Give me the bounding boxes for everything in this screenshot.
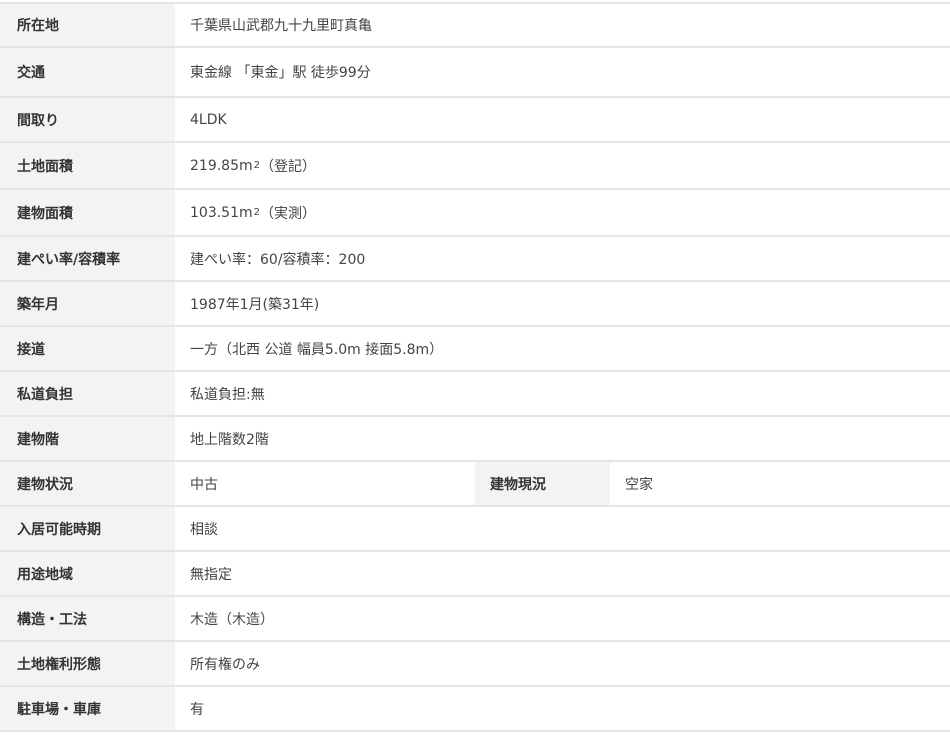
row-value: 有: [175, 687, 950, 730]
row-label: 建物階: [0, 417, 175, 460]
table-row: 土地権利形態 所有権のみ: [0, 642, 950, 687]
row-value: 千葉県山武郡九十九里町真亀: [175, 4, 950, 46]
table-row: 土地面積 219.85m 2 （登記）: [0, 143, 950, 190]
row-label: 築年月: [0, 282, 175, 325]
row-value: 中古: [175, 462, 475, 505]
land-area-number: 219.85m: [190, 157, 253, 174]
row-value-secondary: 空家: [610, 462, 950, 505]
table-row: 用途地域 無指定: [0, 552, 950, 597]
row-value: 一方（北西 公道 幅員5.0m 接面5.8m）: [175, 327, 950, 370]
row-label: 建物状況: [0, 462, 175, 505]
row-value: 東金線 「東金」駅 徒歩99分: [175, 48, 950, 96]
row-label: 建ぺい率/容積率: [0, 237, 175, 280]
row-value: 私道負担:無: [175, 372, 950, 415]
row-value: 無指定: [175, 552, 950, 595]
table-row: 間取り 4LDK: [0, 98, 950, 143]
table-row: 交通 東金線 「東金」駅 徒歩99分: [0, 48, 950, 98]
table-row: 築年月 1987年1月(築31年): [0, 282, 950, 327]
table-row: 建物状況 中古 建物現況 空家: [0, 462, 950, 507]
building-area-number: 103.51m: [190, 204, 253, 221]
row-label: 交通: [0, 48, 175, 96]
row-label: 建物面積: [0, 190, 175, 235]
table-row: 駐車場・車庫 有: [0, 687, 950, 732]
row-value: 木造（木造）: [175, 597, 950, 640]
row-label: 所在地: [0, 4, 175, 46]
row-value: 建ぺい率：60/容積率：200: [175, 237, 950, 280]
row-value: 219.85m 2 （登記）: [175, 143, 950, 188]
table-row: 建物階 地上階数2階: [0, 417, 950, 462]
row-value: 所有権のみ: [175, 642, 950, 685]
row-label-secondary: 建物現況: [475, 462, 610, 505]
row-label: 駐車場・車庫: [0, 687, 175, 730]
row-label: 間取り: [0, 98, 175, 141]
table-row: 私道負担 私道負担:無: [0, 372, 950, 417]
row-value: 相談: [175, 507, 950, 550]
table-row: 所在地 千葉県山武郡九十九里町真亀: [0, 2, 950, 48]
row-value: 4LDK: [175, 98, 950, 141]
row-label: 私道負担: [0, 372, 175, 415]
table-row: 接道 一方（北西 公道 幅員5.0m 接面5.8m）: [0, 327, 950, 372]
row-label: 入居可能時期: [0, 507, 175, 550]
building-area-note: （実測）: [260, 205, 316, 222]
row-label: 土地面積: [0, 143, 175, 188]
row-label: 用途地域: [0, 552, 175, 595]
row-value: 103.51m 2 （実測）: [175, 190, 950, 235]
row-label: 接道: [0, 327, 175, 370]
row-label: 土地権利形態: [0, 642, 175, 685]
row-value: 1987年1月(築31年): [175, 282, 950, 325]
table-row: 構造・工法 木造（木造）: [0, 597, 950, 642]
table-row: 入居可能時期 相談: [0, 507, 950, 552]
row-label: 構造・工法: [0, 597, 175, 640]
table-row: 建ぺい率/容積率 建ぺい率：60/容積率：200: [0, 237, 950, 282]
row-value: 地上階数2階: [175, 417, 950, 460]
land-area-note: （登記）: [260, 158, 316, 175]
table-row: 建物面積 103.51m 2 （実測）: [0, 190, 950, 237]
